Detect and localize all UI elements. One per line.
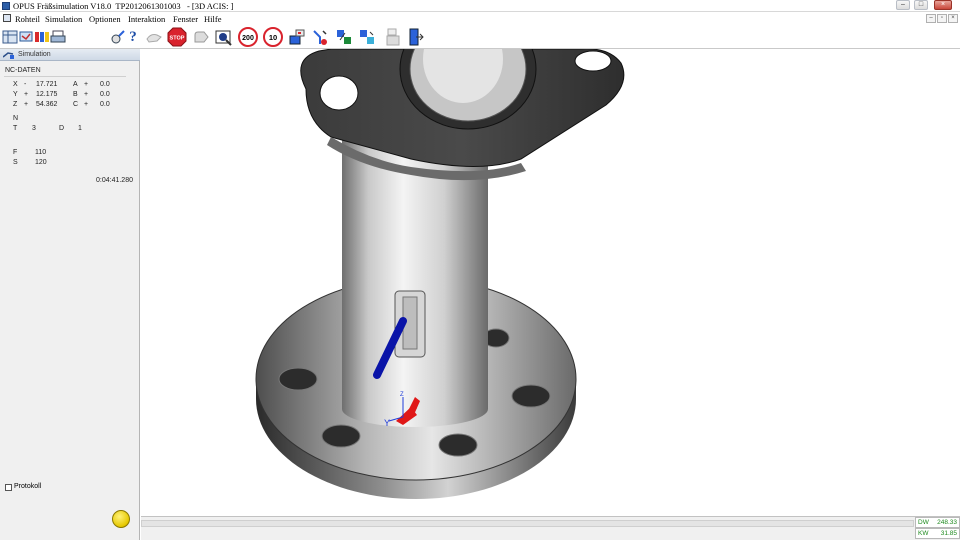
menu-optionen[interactable]: Optionen <box>89 14 121 24</box>
protokoll-label: Protokoll <box>14 483 42 490</box>
a-value: 0.0 <box>100 81 110 88</box>
a-label: A <box>73 81 78 88</box>
c-label: C <box>73 101 79 108</box>
menu-hilfe[interactable]: Hilfe <box>204 14 221 24</box>
dw-label: DW <box>918 519 929 526</box>
speed-10-icon[interactable]: 10 <box>263 27 283 47</box>
window-title: OPUS Fräßsimulation V18.0 TP201206130100… <box>13 1 234 11</box>
top-flange-hole-right <box>574 50 612 72</box>
status-bar: DW 248.33 KW 31.85 <box>141 516 960 540</box>
menu-interaktion[interactable]: Interaktion <box>128 14 165 24</box>
f-label: F <box>13 149 18 156</box>
b-sign: + <box>84 91 89 98</box>
menu-fenster[interactable]: Fenster <box>173 14 198 24</box>
y-sign: + <box>24 91 29 98</box>
top-flange-hole-left <box>319 75 359 111</box>
x-sign: - <box>24 81 27 88</box>
menu-rohteil[interactable]: Rohteil <box>15 14 40 24</box>
tool-change-icon[interactable] <box>334 27 354 47</box>
y-value: 12.175 <box>36 91 58 98</box>
protokoll-checkbox[interactable] <box>5 484 12 491</box>
b-label: B <box>73 91 78 98</box>
mdi-minimize-button[interactable]: – <box>926 14 936 23</box>
mdi-close-button[interactable]: × <box>948 14 958 23</box>
z-label: Z <box>13 101 18 108</box>
stop-icon[interactable]: STOP <box>167 27 187 47</box>
b-value: 0.0 <box>100 91 110 98</box>
app-icon <box>2 2 10 10</box>
simulation-time: 0:04:41.280 <box>96 177 133 184</box>
axis-z-label: Z <box>400 392 404 398</box>
menu-bar: Rohteil Simulation Optionen Interaktion … <box>0 12 960 25</box>
cut-control-icon[interactable] <box>287 27 307 47</box>
save-icon[interactable] <box>383 27 403 47</box>
3d-viewport[interactable]: Y Z X <box>141 49 960 516</box>
mdi-restore-button[interactable]: ▫ <box>937 14 947 23</box>
nc-header-divider <box>4 76 126 77</box>
simulation-icon <box>3 52 14 59</box>
zoom-view-icon[interactable] <box>214 27 234 47</box>
c-value: 0.0 <box>100 101 110 108</box>
t-label: T <box>13 125 18 132</box>
exit-icon[interactable] <box>406 27 426 47</box>
nc-data-header: NC-DATEN <box>5 67 41 74</box>
axis-x-label: X <box>413 405 417 411</box>
document-icon[interactable] <box>3 14 11 22</box>
yellow-status-button[interactable] <box>112 510 130 528</box>
n-label: N <box>13 115 19 122</box>
tool-path-icon[interactable] <box>310 27 330 47</box>
s-label: S <box>13 159 18 166</box>
maximize-button[interactable]: □ <box>914 0 928 10</box>
rewind-hand-icon[interactable] <box>144 27 164 47</box>
f-value: 110 <box>35 149 47 156</box>
progress-track <box>141 520 914 527</box>
print-icon[interactable] <box>48 27 68 47</box>
speed-200-icon[interactable]: 200 <box>238 27 258 47</box>
svg-text:200: 200 <box>242 35 254 42</box>
c-sign: + <box>84 101 89 108</box>
x-value: 17.721 <box>36 81 58 88</box>
z-value: 54.362 <box>36 101 58 108</box>
a-sign: + <box>84 81 89 88</box>
y-label: Y <box>13 91 18 98</box>
dw-cell: DW 248.33 <box>915 517 960 528</box>
simulation-tab[interactable]: Simulation <box>0 49 140 61</box>
d-value: 1 <box>78 125 82 132</box>
kw-label: KW <box>918 530 929 537</box>
svg-text:STOP: STOP <box>170 36 185 42</box>
z-sign: + <box>24 101 29 108</box>
part-model: Y Z X <box>255 49 625 499</box>
help-icon[interactable]: ? <box>123 27 143 47</box>
x-label: X <box>13 81 18 88</box>
simulation-panel: Simulation NC-DATEN X - 17.721 A + 0.0 Y… <box>0 49 140 540</box>
close-button[interactable]: × <box>934 0 952 10</box>
kw-cell: KW 31.85 <box>915 528 960 539</box>
s-value: 120 <box>35 159 47 166</box>
d-label: D <box>59 125 65 132</box>
menu-simulation[interactable]: Simulation <box>45 14 82 24</box>
toolbar: ? STOP 200 10 <box>0 25 960 49</box>
svg-text:10: 10 <box>269 33 277 42</box>
t-value: 3 <box>32 125 36 132</box>
kw-value: 31.85 <box>940 530 957 537</box>
simulation-tab-label: Simulation <box>18 51 51 58</box>
tool-change-2-icon[interactable] <box>357 27 377 47</box>
minimize-button[interactable]: – <box>896 0 910 10</box>
axis-y-label: Y <box>384 418 390 428</box>
title-bar: OPUS Fräßsimulation V18.0 TP201206130100… <box>0 0 960 12</box>
pause-hand-icon[interactable] <box>191 27 211 47</box>
dw-value: 248.33 <box>937 519 957 526</box>
